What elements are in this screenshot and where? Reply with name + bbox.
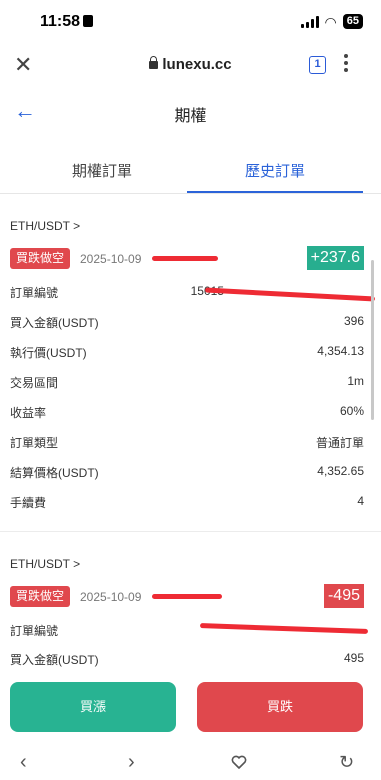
order-card: ETH/USDT > 買跌做空 2025-10-09 -495 訂單編號 買入金… — [0, 544, 381, 674]
order-field-row: 手續費 4 — [10, 494, 364, 512]
buy-up-button[interactable]: 買漲 — [10, 682, 176, 732]
direction-badge: 買跌做空 — [10, 586, 71, 607]
field-value: 495 — [343, 651, 364, 665]
field-value: 4,354.13 — [317, 344, 364, 358]
order-pair[interactable]: ETH/USDT > — [10, 557, 80, 571]
page-title: 期權 — [174, 108, 207, 125]
lock-icon — [149, 56, 159, 69]
order-field-row: 收益率 60% — [10, 404, 364, 422]
tab-option-orders[interactable]: 期權訂單 — [22, 160, 182, 181]
refresh-icon[interactable]: ↻ — [339, 751, 354, 773]
back-icon[interactable]: ‹ — [20, 751, 27, 773]
direction-badge: 買跌做空 — [10, 248, 71, 269]
order-date: 2025-10-09 — [80, 252, 142, 266]
battery-icon: 65 — [342, 14, 363, 29]
scrollbar[interactable] — [371, 260, 374, 420]
field-value: 1m — [347, 374, 364, 388]
order-field-row: 訂單類型 普通訂單 — [10, 434, 364, 452]
signal-icon — [300, 15, 319, 28]
field-label: 結算價格(USDT) — [10, 466, 99, 480]
field-label: 訂單編號 — [10, 624, 59, 638]
order-pnl: -495 — [323, 584, 364, 608]
tabs-button[interactable]: 1 — [309, 56, 326, 74]
order-tabs: 期權訂單 歷史訂單 — [0, 148, 381, 194]
field-label: 訂單類型 — [10, 436, 59, 450]
id-card-icon — [83, 15, 94, 27]
status-time: 11:58 — [40, 13, 94, 31]
field-label: 手續費 — [10, 496, 47, 510]
url-text: lunexu.cc — [162, 56, 232, 73]
order-date: 2025-10-09 — [80, 590, 142, 604]
order-pair[interactable]: ETH/USDT > — [10, 219, 80, 233]
wifi-icon: ◠ — [324, 13, 337, 30]
field-label: 收益率 — [10, 406, 47, 420]
field-label: 執行價(USDT) — [10, 346, 87, 360]
more-vertical-icon[interactable] — [343, 54, 349, 72]
clock-text: 11:58 — [40, 13, 81, 30]
order-divider — [0, 531, 381, 532]
order-field-row: 買入金額(USDT) 495 — [10, 651, 364, 669]
field-value: 普通訂單 — [315, 436, 364, 450]
browser-toolbar: ✕ lunexu.cc 1 — [0, 44, 381, 88]
forward-icon[interactable]: › — [128, 751, 135, 773]
heart-icon[interactable] — [231, 755, 247, 769]
order-field-row: 買入金額(USDT) 396 — [10, 314, 364, 332]
order-field-row: 結算價格(USDT) 4,352.65 — [10, 464, 364, 482]
field-value: 4,352.65 — [317, 464, 364, 478]
field-label: 訂單編號 — [10, 286, 59, 300]
browser-bottom-nav: ‹ › ↻ — [0, 745, 381, 780]
order-pnl: +237.6 — [306, 246, 364, 270]
field-value: 396 — [343, 314, 364, 328]
redaction-mark — [152, 256, 218, 261]
order-field-row: 交易區間 1m — [10, 374, 364, 392]
field-label: 交易區間 — [10, 376, 59, 390]
status-indicators: ◠ 65 — [300, 13, 363, 30]
status-bar: 11:58 ◠ 65 — [0, 0, 381, 44]
field-value: 4 — [357, 494, 364, 508]
order-card: ETH/USDT > 買跌做空 2025-10-09 +237.6 訂單編號15… — [0, 206, 381, 530]
tab-history-orders[interactable]: 歷史訂單 — [195, 160, 355, 181]
active-tab-indicator — [187, 191, 363, 193]
field-value: 60% — [339, 404, 364, 418]
field-label: 買入金額(USDT) — [10, 316, 99, 330]
redaction-mark — [152, 594, 222, 599]
page-header: ← 期權 — [0, 88, 381, 136]
field-label: 買入金額(USDT) — [10, 653, 99, 667]
order-field-row: 執行價(USDT) 4,354.13 — [10, 344, 364, 362]
buy-down-button[interactable]: 買跌 — [197, 682, 363, 732]
